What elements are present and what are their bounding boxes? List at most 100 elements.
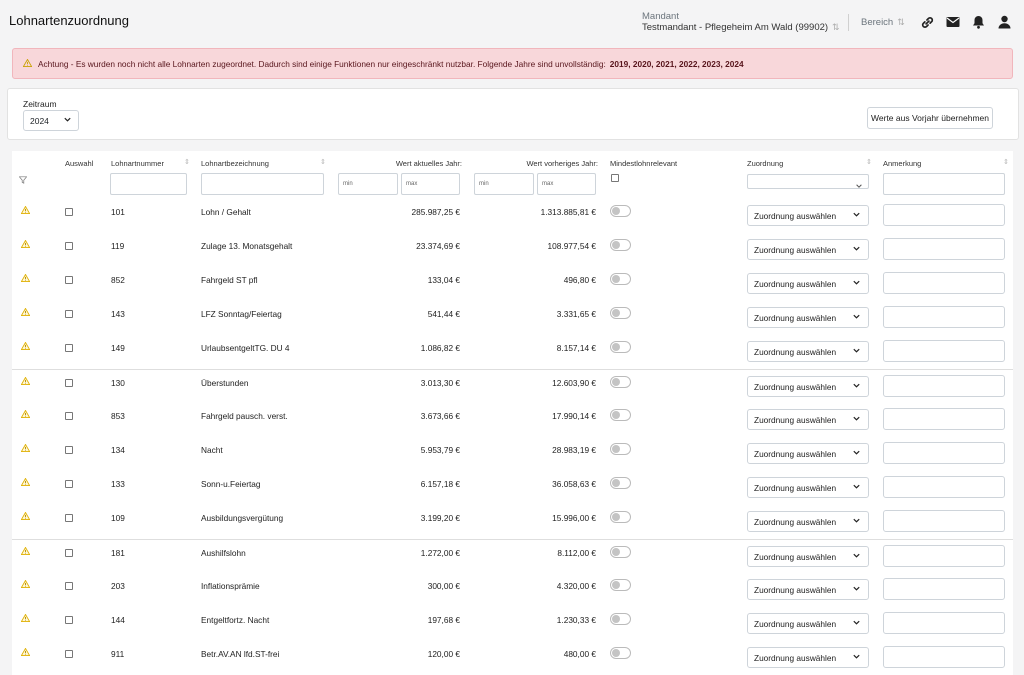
anmerkung-input[interactable]: [883, 442, 1005, 464]
row-select-checkbox[interactable]: [65, 379, 73, 387]
zuordnung-select[interactable]: Zuordnung auswählen: [747, 376, 869, 397]
anmerkung-input[interactable]: [883, 578, 1005, 600]
chevron-down-icon: [852, 551, 861, 562]
zeitraum-select[interactable]: 2024: [23, 110, 79, 131]
lohnartnummer-cell: 149: [111, 343, 125, 353]
aktuell-max-input[interactable]: max: [401, 173, 460, 195]
row-select-checkbox[interactable]: [65, 412, 73, 420]
anmerkung-input[interactable]: [883, 272, 1005, 294]
vorjahr-min-input[interactable]: min: [474, 173, 534, 195]
lohnartnummer-filter-input[interactable]: [110, 173, 187, 195]
mindestlohn-toggle[interactable]: [610, 579, 631, 591]
sort-icon[interactable]: ⇕: [1003, 158, 1009, 166]
toggle-knob: [612, 207, 620, 215]
zuordnung-select[interactable]: Zuordnung auswählen: [747, 647, 869, 668]
zuordnung-select-label: Zuordnung auswählen: [754, 619, 837, 629]
warning-icon: [20, 647, 31, 658]
zuordnung-select[interactable]: Zuordnung auswählen: [747, 239, 869, 260]
zuordnung-select[interactable]: Zuordnung auswählen: [747, 546, 869, 567]
mindestlohn-toggle[interactable]: [610, 647, 631, 659]
warning-icon: [20, 511, 31, 522]
filter-icon[interactable]: [18, 171, 28, 189]
anmerkung-input[interactable]: [883, 476, 1005, 498]
zuordnung-select[interactable]: Zuordnung auswählen: [747, 205, 869, 226]
chevron-down-icon: [852, 312, 861, 323]
anmerkung-input[interactable]: [883, 340, 1005, 362]
zuordnung-select[interactable]: Zuordnung auswählen: [747, 579, 869, 600]
anmerkung-input[interactable]: [883, 238, 1005, 260]
anmerkung-input[interactable]: [883, 510, 1005, 532]
mindestlohn-toggle[interactable]: [610, 239, 631, 251]
mail-icon[interactable]: [945, 14, 961, 30]
mindestlohn-toggle[interactable]: [610, 307, 631, 319]
anmerkung-input[interactable]: [883, 204, 1005, 226]
row-select-checkbox[interactable]: [65, 582, 73, 590]
mindestlohn-toggle[interactable]: [610, 443, 631, 455]
lohnartnummer-cell: 181: [111, 548, 125, 558]
anmerkung-filter-input[interactable]: [883, 173, 1005, 195]
header-lohnartbezeichnung[interactable]: Lohnartbezeichnung: [201, 159, 269, 168]
row-select-checkbox[interactable]: [65, 549, 73, 557]
sort-icon[interactable]: ⇕: [866, 158, 872, 166]
row-select-checkbox[interactable]: [65, 344, 73, 352]
mindestlohn-toggle[interactable]: [610, 511, 631, 523]
user-icon[interactable]: [996, 14, 1012, 30]
mindestlohn-toggle[interactable]: [610, 341, 631, 353]
zuordnung-select-label: Zuordnung auswählen: [754, 552, 837, 562]
row-select-checkbox[interactable]: [65, 446, 73, 454]
lohnartbezeichnung-cell: Ausbildungsvergütung: [201, 513, 284, 523]
mindestlohn-toggle[interactable]: [610, 409, 631, 421]
zuordnung-select[interactable]: Zuordnung auswählen: [747, 613, 869, 634]
row-select-checkbox[interactable]: [65, 480, 73, 488]
zuordnung-select[interactable]: Zuordnung auswählen: [747, 409, 869, 430]
mindestlohn-toggle[interactable]: [610, 546, 631, 558]
vorjahr-max-input[interactable]: max: [537, 173, 596, 195]
table-row: 143 LFZ Sonntag/Feiertag 541,44 € 3.331,65 …: [12, 301, 1013, 335]
sort-icon[interactable]: ⇕: [320, 158, 326, 166]
warning-icon: [20, 443, 31, 454]
anmerkung-input[interactable]: [883, 545, 1005, 567]
mindestlohn-toggle[interactable]: [610, 205, 631, 217]
zuordnung-select[interactable]: Zuordnung auswählen: [747, 477, 869, 498]
lohnartbezeichnung-cell: Aushilfslohn: [201, 548, 246, 558]
zuordnung-select[interactable]: Zuordnung auswählen: [747, 341, 869, 362]
mindestlohn-toggle[interactable]: [610, 273, 631, 285]
toggle-knob: [612, 309, 620, 317]
row-select-checkbox[interactable]: [65, 208, 73, 216]
anmerkung-input[interactable]: [883, 646, 1005, 668]
zuordnung-select-label: Zuordnung auswählen: [754, 211, 837, 221]
zuordnung-filter-select[interactable]: [747, 174, 869, 189]
zuordnung-select[interactable]: Zuordnung auswählen: [747, 307, 869, 328]
bereich-switcher[interactable]: Bereich ⇅: [861, 17, 905, 28]
wert-vorjahr-cell: 108.977,54 €: [547, 241, 596, 251]
row-select-checkbox[interactable]: [65, 310, 73, 318]
copy-previous-year-button[interactable]: Werte aus Vorjahr übernehmen: [867, 107, 993, 129]
anmerkung-input[interactable]: [883, 612, 1005, 634]
header-lohnartnummer[interactable]: Lohnartnummer: [111, 159, 164, 168]
anmerkung-input[interactable]: [883, 408, 1005, 430]
lohnartbezeichnung-filter-input[interactable]: [201, 173, 324, 195]
mindestlohn-toggle[interactable]: [610, 613, 631, 625]
bell-icon[interactable]: [970, 14, 986, 30]
row-select-checkbox[interactable]: [65, 242, 73, 250]
row-select-checkbox[interactable]: [65, 616, 73, 624]
row-select-checkbox[interactable]: [65, 514, 73, 522]
aktuell-min-input[interactable]: min: [338, 173, 398, 195]
mindestlohn-toggle[interactable]: [610, 477, 631, 489]
row-select-checkbox[interactable]: [65, 276, 73, 284]
link-icon[interactable]: [919, 14, 935, 30]
row-select-checkbox[interactable]: [65, 650, 73, 658]
sort-icon[interactable]: ⇕: [184, 158, 190, 166]
mindestlohn-filter-checkbox[interactable]: [611, 174, 619, 182]
sort-arrows-icon: ⇅: [897, 17, 905, 27]
lohnartbezeichnung-cell: Zulage 13. Monatsgehalt: [201, 241, 293, 251]
zuordnung-select[interactable]: Zuordnung auswählen: [747, 273, 869, 294]
toggle-knob: [612, 513, 620, 521]
mandant-switcher[interactable]: Mandant Testmandant - Pflegeheim Am Wald…: [642, 11, 840, 33]
zuordnung-select[interactable]: Zuordnung auswählen: [747, 511, 869, 532]
mindestlohn-toggle[interactable]: [610, 376, 631, 388]
anmerkung-input[interactable]: [883, 375, 1005, 397]
anmerkung-input[interactable]: [883, 306, 1005, 328]
filter-card: Zeitraum 2024 Werte aus Vorjahr übernehm…: [7, 88, 1019, 140]
zuordnung-select[interactable]: Zuordnung auswählen: [747, 443, 869, 464]
